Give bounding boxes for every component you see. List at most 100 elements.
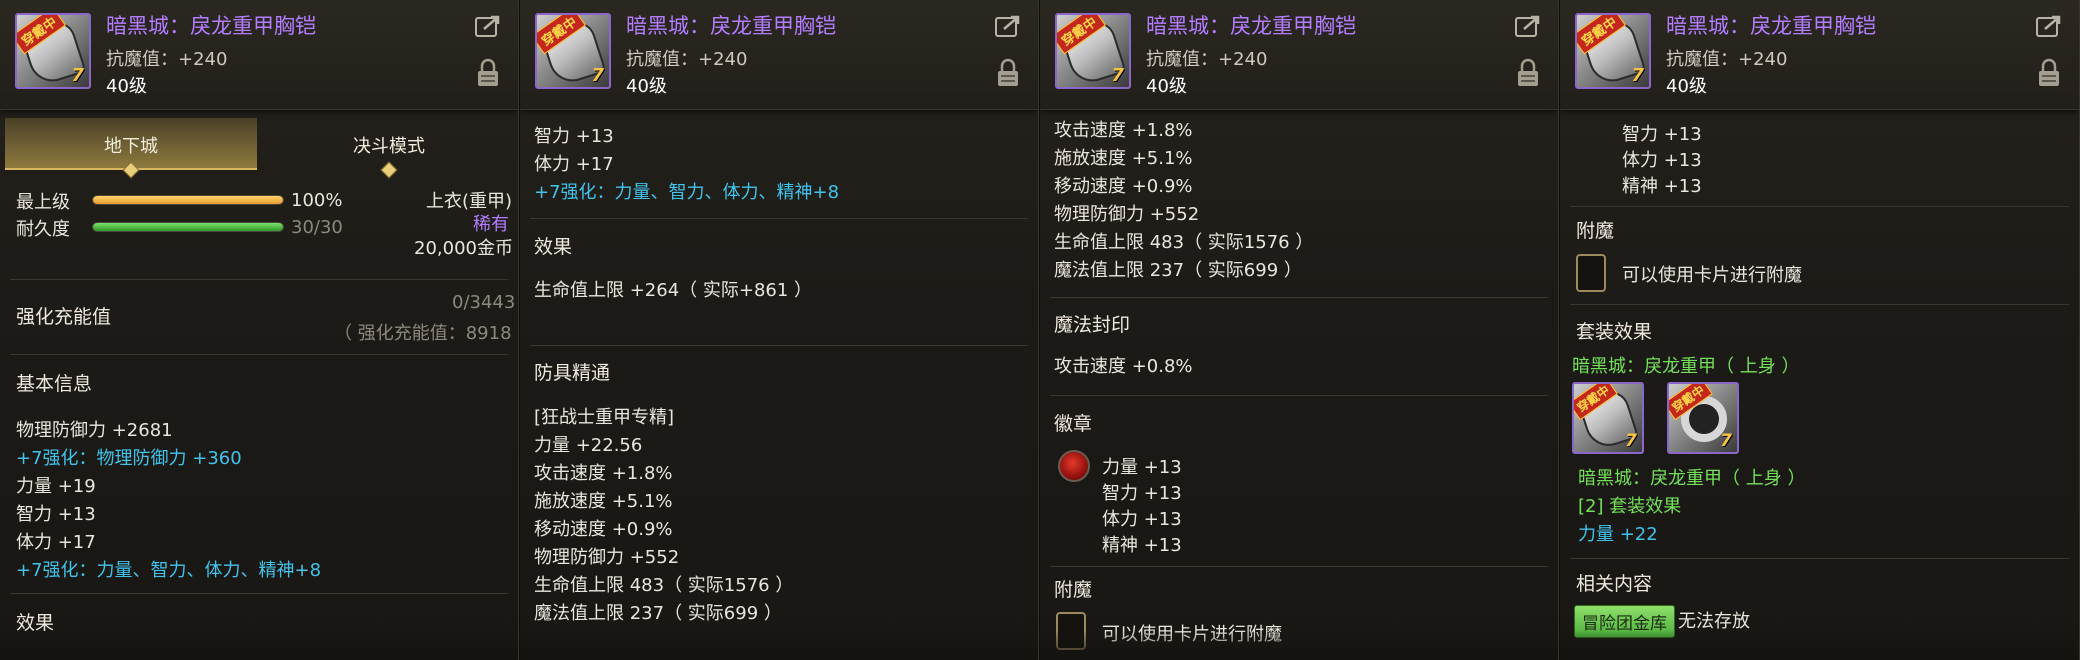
basic-info-title: 基本信息: [16, 373, 93, 395]
enchant-line: 可以使用卡片进行附魔: [1622, 265, 1802, 286]
stat-line: +7强化：力量、智力、体力、精神+8: [534, 182, 840, 203]
upgrade-level: 7: [1720, 431, 1732, 451]
divider: [10, 354, 508, 355]
set-name: 暗黑城：戾龙重甲（ 上身 ）: [1572, 356, 1800, 377]
tab-duel-label: 决斗模式: [353, 136, 425, 157]
item-header: 穿戴中 7 暗黑城：戾龙重甲胸铠 抗魔值：+240 40级: [1040, 0, 1558, 110]
item-armor-icon: 穿戴中 7: [1055, 13, 1131, 89]
tooltip-panel-4: 穿戴中 7 暗黑城：戾龙重甲胸铠 抗魔值：+240 40级 智力 +13 体力 …: [1560, 0, 2080, 660]
set-ring-icon[interactable]: 穿戴中 7: [1667, 382, 1739, 454]
item-header: 穿戴中 7 暗黑城：戾龙重甲胸铠 抗魔值：+240 40级: [1560, 0, 2079, 110]
emblem-line: 精神 +13: [1102, 535, 1182, 556]
effect-title: 效果: [534, 236, 573, 258]
emblem-line: 智力 +13: [1102, 483, 1182, 504]
emblem-line: 智力 +13: [1622, 124, 1702, 145]
lock-icon[interactable]: [476, 58, 500, 88]
lock-icon[interactable]: [996, 58, 1020, 88]
set-armor-icon[interactable]: 穿戴中 7: [1572, 382, 1644, 454]
tab-indicator-icon: [380, 161, 398, 179]
stat-line: +7强化：物理防御力 +360: [16, 448, 242, 469]
card-slot-icon[interactable]: [1056, 612, 1086, 650]
effect-title: 效果: [16, 612, 55, 634]
mastery-line: [狂战士重甲专精]: [534, 407, 675, 428]
emblem-line: 力量 +13: [1102, 457, 1182, 478]
mastery-line: 攻击速度 +1.8%: [534, 463, 673, 484]
charge-sub: （ 强化充能值：8918 ）: [334, 323, 519, 344]
divider: [1570, 206, 2069, 207]
enchant-title: 附魔: [1054, 579, 1093, 601]
item-level: 40级: [626, 76, 667, 97]
tooltip-panels: 穿戴中 7 暗黑城：戾龙重甲胸铠 抗魔值：+240 40级 地下城 决斗模式 最…: [0, 0, 2080, 660]
upgrade-level: 7: [71, 65, 84, 86]
card-slot-icon[interactable]: [1576, 254, 1606, 292]
stat-line: 生命值上限 483（ 实际1576 ）: [1054, 232, 1314, 253]
item-header: 穿戴中 7 暗黑城：戾龙重甲胸铠 抗魔值：+240 40级: [0, 0, 518, 110]
effect-line: 生命值上限 +264（ 实际+861 ）: [534, 280, 813, 301]
divider: [10, 279, 508, 280]
item-armor-icon: 穿戴中 7: [535, 13, 611, 89]
stat-line: 施放速度 +5.1%: [1054, 148, 1193, 169]
stat-line: 攻击速度 +1.8%: [1054, 120, 1193, 141]
grade-label: 最上级: [16, 192, 70, 213]
price-label: 20,000金币: [414, 238, 513, 259]
mode-tabs: 地下城 决斗模式: [5, 118, 515, 179]
divider: [530, 345, 1028, 346]
mastery-title: 防具精通: [534, 362, 611, 384]
item-level: 40级: [1146, 76, 1187, 97]
lock-icon[interactable]: [2037, 58, 2061, 88]
durability-value: 30/30: [291, 217, 343, 238]
grade-bar: [92, 195, 284, 205]
stat-line: 移动速度 +0.9%: [1054, 176, 1193, 197]
emblem-title: 徽章: [1054, 413, 1093, 435]
tab-dungeon[interactable]: 地下城: [5, 118, 257, 179]
upgrade-level: 7: [1111, 65, 1124, 86]
charge-value: 0/3443: [452, 292, 516, 313]
rarity-label: 稀有: [473, 214, 509, 235]
enchant-line: 可以使用卡片进行附魔: [1102, 624, 1282, 645]
lock-icon[interactable]: [1516, 58, 1540, 88]
upgrade-level: 7: [591, 65, 604, 86]
upgrade-level: 7: [1631, 65, 1644, 86]
mastery-line: 物理防御力 +552: [534, 547, 680, 568]
grade-bar-fill: [93, 196, 283, 204]
item-armor-icon: 穿戴中 7: [15, 13, 91, 89]
upgrade-level: 7: [1625, 431, 1637, 451]
related-tag[interactable]: 冒险团金库: [1574, 605, 1675, 638]
item-name: 暗黑城：戾龙重甲胸铠: [106, 14, 316, 38]
mastery-line: 力量 +22.56: [534, 435, 643, 456]
share-icon[interactable]: [2035, 14, 2063, 38]
tab-dungeon-label: 地下城: [104, 136, 158, 157]
related-title: 相关内容: [1576, 573, 1653, 595]
stat-line: 体力 +17: [534, 154, 614, 175]
share-icon[interactable]: [994, 14, 1022, 38]
red-emblem-icon[interactable]: [1058, 450, 1090, 482]
item-name: 暗黑城：戾龙重甲胸铠: [1666, 14, 1876, 38]
stat-line: 智力 +13: [534, 126, 614, 147]
item-header: 穿戴中 7 暗黑城：戾龙重甲胸铠 抗魔值：+240 40级: [520, 0, 1038, 110]
share-icon[interactable]: [474, 14, 502, 38]
durability-bar-fill: [93, 223, 283, 231]
divider: [1570, 304, 2069, 305]
mastery-line: 移动速度 +0.9%: [534, 519, 673, 540]
item-armor-icon: 穿戴中 7: [1575, 13, 1651, 89]
tab-duel[interactable]: 决斗模式: [263, 118, 515, 179]
stat-line: 物理防御力 +2681: [16, 420, 173, 441]
tooltip-panel-2: 穿戴中 7 暗黑城：戾龙重甲胸铠 抗魔值：+240 40级 智力 +13 体力 …: [520, 0, 1039, 660]
item-level: 40级: [106, 76, 147, 97]
durability-label: 耐久度: [16, 219, 70, 240]
item-name: 暗黑城：戾龙重甲胸铠: [626, 14, 836, 38]
set-effect-line: [2] 套装效果: [1578, 496, 1682, 517]
set-title: 套装效果: [1576, 321, 1653, 343]
divider: [1050, 297, 1548, 298]
mastery-line: 魔法值上限 237（ 实际699 ）: [534, 603, 782, 624]
durability-bar: [92, 222, 284, 232]
item-resistance: 抗魔值：+240: [626, 49, 748, 70]
stat-line: 力量 +19: [16, 476, 96, 497]
item-level: 40级: [1666, 76, 1707, 97]
set-bonus-line: 力量 +22: [1578, 524, 1658, 545]
seal-title: 魔法封印: [1054, 314, 1131, 336]
share-icon[interactable]: [1514, 14, 1542, 38]
stat-line: 魔法值上限 237（ 实际699 ）: [1054, 260, 1302, 281]
enchant-title: 附魔: [1576, 220, 1615, 242]
divider: [10, 593, 508, 594]
